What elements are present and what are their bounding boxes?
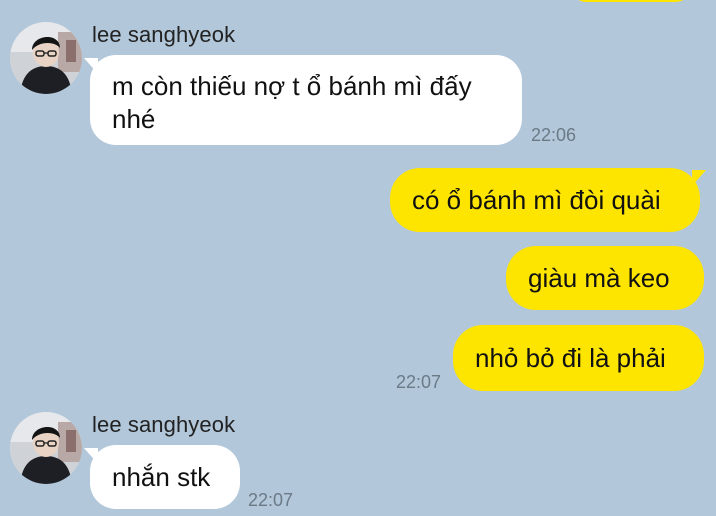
message-text: có ổ bánh mì đòi quài	[412, 184, 661, 215]
message-text: nhắn stk	[112, 461, 211, 492]
outgoing-message-bubble[interactable]: giàu mà keo	[506, 246, 704, 310]
previous-message-bubble[interactable]	[572, 0, 690, 2]
message-text: giàu mà keo	[528, 262, 670, 293]
person-avatar-icon	[10, 412, 82, 484]
outgoing-bubble-tail	[692, 170, 706, 186]
chat-view[interactable]: lee sanghyeok m còn thiếu nợ t ổ bánh mì…	[0, 0, 716, 516]
message-text: nhỏ bỏ đi là phải	[475, 342, 666, 373]
message-timestamp: 22:07	[248, 490, 294, 510]
message-text: m còn thiếu nợ t ổ bánh mì đấy nhé	[112, 71, 472, 134]
message-timestamp: 22:07	[396, 372, 442, 392]
sender-name: lee sanghyeok	[92, 412, 236, 437]
person-avatar-icon	[10, 22, 82, 94]
contact-avatar[interactable]	[10, 412, 82, 484]
outgoing-message-bubble[interactable]: nhỏ bỏ đi là phải	[453, 325, 704, 391]
sender-name: lee sanghyeok	[92, 22, 236, 47]
incoming-message-bubble[interactable]: m còn thiếu nợ t ổ bánh mì đấy nhé	[90, 55, 522, 145]
outgoing-message-bubble[interactable]: có ổ bánh mì đòi quài	[390, 168, 700, 232]
contact-avatar[interactable]	[10, 22, 82, 94]
message-timestamp: 22:06	[531, 125, 577, 145]
incoming-message-bubble[interactable]: nhắn stk	[90, 445, 240, 509]
